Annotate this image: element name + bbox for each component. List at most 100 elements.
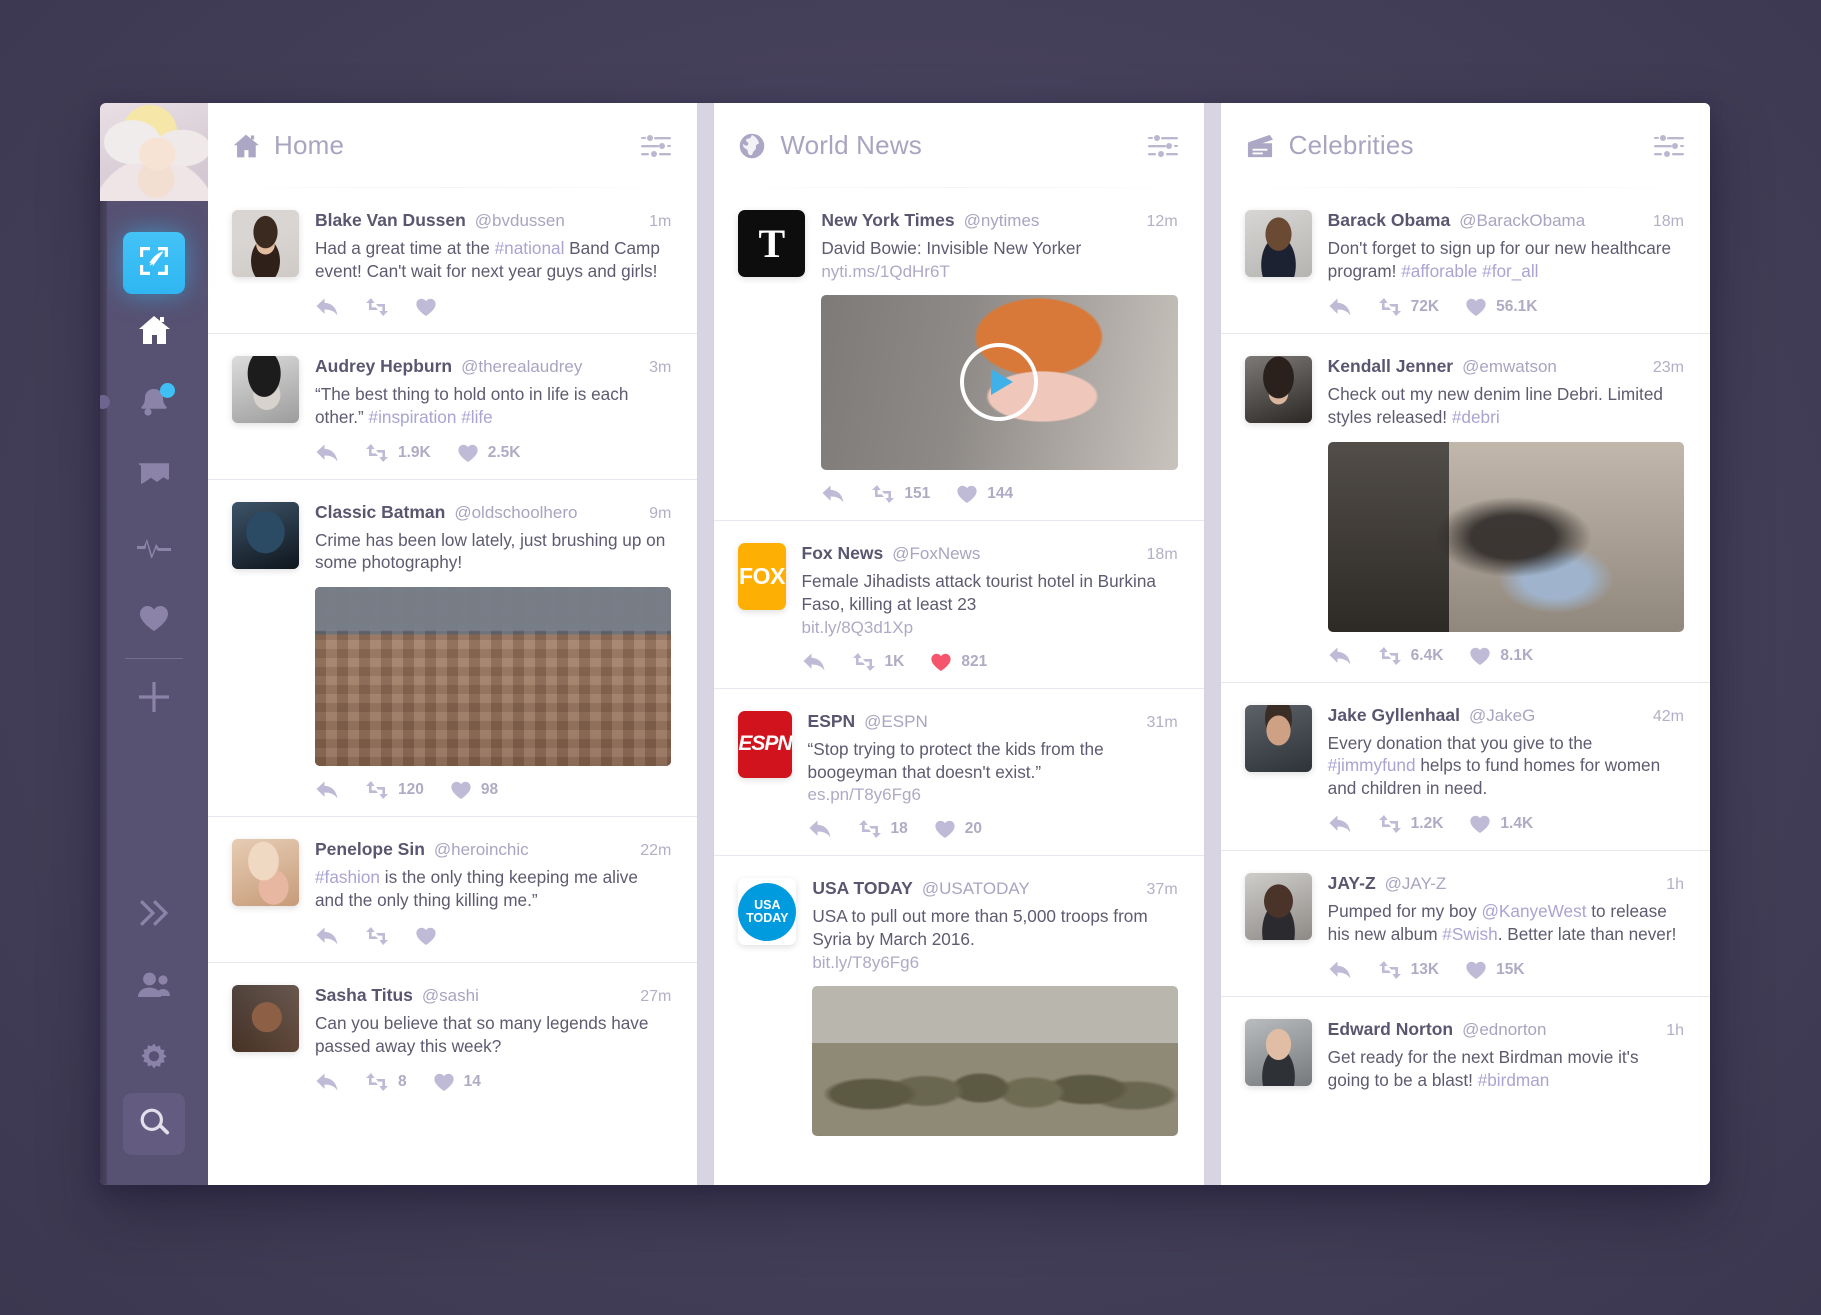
avatar[interactable]: ESPN xyxy=(738,710,793,778)
like-button[interactable]: 98 xyxy=(450,780,498,800)
hashtag[interactable]: #jimmyfund xyxy=(1328,755,1416,775)
tweet-media[interactable] xyxy=(315,587,672,767)
tweet-handle[interactable]: @therealaudrey xyxy=(461,357,582,377)
retweet-button[interactable]: 1.9K xyxy=(365,443,431,463)
tweet[interactable]: Sasha Titus @sashi 27m Can you believe t… xyxy=(208,963,697,1108)
retweet-button[interactable]: 151 xyxy=(871,484,930,504)
reply-button[interactable] xyxy=(1328,960,1352,980)
hashtag[interactable]: #national xyxy=(495,238,565,258)
tweet-author[interactable]: USA TODAY xyxy=(812,878,913,899)
avatar[interactable] xyxy=(232,985,299,1052)
retweet-button[interactable]: 8 xyxy=(365,1072,407,1092)
column-options-button[interactable] xyxy=(1653,134,1684,158)
tweet-media[interactable] xyxy=(1327,441,1684,632)
column-body-home[interactable]: Blake Van Dussen @bvdussen 1m Had a grea… xyxy=(208,188,698,1185)
avatar[interactable] xyxy=(232,839,299,907)
tweet[interactable]: T New York Times @nytimes 12m David Bowi… xyxy=(714,188,1204,521)
like-button[interactable]: 2.5K xyxy=(457,443,521,463)
like-button[interactable]: 14 xyxy=(433,1072,481,1092)
tweet-link[interactable]: bit.ly/T8y6Fg6 xyxy=(812,953,1177,973)
like-button[interactable]: 1.4K xyxy=(1469,814,1533,834)
retweet-button[interactable]: 18 xyxy=(858,819,908,839)
like-button[interactable]: 20 xyxy=(934,819,982,839)
column-body-world-news[interactable]: T New York Times @nytimes 12m David Bowi… xyxy=(714,188,1204,1185)
tweet-link[interactable]: bit.ly/8Q3d1Xp xyxy=(802,618,1178,638)
hashtag[interactable]: #afforable #for_all xyxy=(1401,261,1538,281)
tweet[interactable]: Barack Obama @BarackObama 18m Don't forg… xyxy=(1220,188,1710,334)
sidebar-item-home[interactable] xyxy=(100,294,208,366)
tweet-author[interactable]: Classic Batman xyxy=(315,502,445,523)
reply-button[interactable] xyxy=(821,484,845,504)
reply-button[interactable] xyxy=(315,297,339,317)
tweet-handle[interactable]: @USATODAY xyxy=(922,879,1030,899)
retweet-button[interactable] xyxy=(365,926,389,946)
tweet[interactable]: Penelope Sin @heroinchic 22m #fashion is… xyxy=(208,817,698,963)
hashtag[interactable]: #debri xyxy=(1452,407,1500,427)
avatar[interactable] xyxy=(1244,704,1312,772)
like-button[interactable]: 56.1K xyxy=(1465,297,1537,317)
search-button[interactable] xyxy=(123,1093,185,1155)
reply-button[interactable] xyxy=(1328,814,1352,834)
tweet-link[interactable]: es.pn/T8y6Fg6 xyxy=(808,785,1178,805)
tweet-handle[interactable]: @BarackObama xyxy=(1459,211,1585,231)
tweet-handle[interactable]: @sashi xyxy=(422,986,479,1006)
avatar[interactable]: T xyxy=(738,210,806,277)
tweet[interactable]: Jake Gyllenhaal @JakeG 42m Every donatio… xyxy=(1220,683,1710,852)
tweet-author[interactable]: Barack Obama xyxy=(1328,210,1451,231)
avatar[interactable] xyxy=(1244,355,1312,423)
column-options-button[interactable] xyxy=(641,134,672,158)
sidebar-item-likes[interactable] xyxy=(100,582,208,654)
sidebar-item-notifications[interactable] xyxy=(100,366,208,438)
reply-button[interactable] xyxy=(1328,646,1352,666)
tweet[interactable]: ESPN ESPN @ESPN 31m “Stop trying to prot… xyxy=(714,689,1204,857)
tweet-handle[interactable]: @FoxNews xyxy=(892,544,980,564)
tweet-author[interactable]: New York Times xyxy=(821,210,954,231)
tweet[interactable]: USA TODAY USA TODAY @USATODAY 37m USA to … xyxy=(714,856,1203,1152)
tweet-author[interactable]: Sasha Titus xyxy=(315,985,413,1006)
reply-button[interactable] xyxy=(315,1072,339,1092)
reply-button[interactable] xyxy=(315,443,339,463)
tweet-author[interactable]: Fox News xyxy=(802,543,884,564)
compose-button[interactable] xyxy=(123,232,185,294)
tweet-handle[interactable]: @nytimes xyxy=(964,211,1040,231)
hashtag[interactable]: #Swish xyxy=(1442,924,1497,944)
sidebar-item-messages[interactable] xyxy=(100,438,208,510)
retweet-button[interactable]: 1K xyxy=(852,652,904,672)
avatar[interactable] xyxy=(1244,1018,1312,1086)
avatar[interactable] xyxy=(232,210,299,277)
tweet-author[interactable]: JAY-Z xyxy=(1328,873,1376,894)
hashtag[interactable]: #inspiration #life xyxy=(369,407,493,427)
retweet-button[interactable]: 1.2K xyxy=(1378,814,1443,834)
sidebar-item-add-column[interactable] xyxy=(100,661,208,733)
sidebar-item-collapse[interactable] xyxy=(100,877,208,949)
tweet[interactable]: Audrey Hepburn @therealaudrey 3m “The be… xyxy=(208,334,698,480)
tweet-link[interactable]: nyti.ms/1QdHr6T xyxy=(821,262,1177,282)
like-button[interactable] xyxy=(415,297,437,317)
like-button[interactable]: 15K xyxy=(1465,960,1525,980)
tweet[interactable]: FOX Fox News @FoxNews 18m Female Jihadis… xyxy=(714,521,1204,689)
reply-button[interactable] xyxy=(1328,297,1352,317)
tweet-handle[interactable]: @ednorton xyxy=(1462,1020,1546,1040)
reply-button[interactable] xyxy=(315,926,339,946)
column-options-button[interactable] xyxy=(1147,134,1178,158)
avatar[interactable] xyxy=(232,355,299,423)
tweet-author[interactable]: Jake Gyllenhaal xyxy=(1328,705,1460,726)
avatar[interactable] xyxy=(232,501,299,569)
retweet-button[interactable] xyxy=(365,297,389,317)
column-body-celebrities[interactable]: Barack Obama @BarackObama 18m Don't forg… xyxy=(1220,188,1710,1185)
like-button[interactable]: 144 xyxy=(956,484,1013,504)
hashtag[interactable]: #birdman xyxy=(1478,1070,1550,1090)
tweet[interactable]: Kendall Jenner @emwatson 23m Check out m… xyxy=(1220,334,1710,683)
tweet-handle[interactable]: @heroinchic xyxy=(434,840,529,860)
tweet-handle[interactable]: @JAY-Z xyxy=(1385,874,1447,894)
tweet-media[interactable] xyxy=(812,986,1178,1137)
retweet-button[interactable]: 13K xyxy=(1378,960,1439,980)
avatar[interactable] xyxy=(1244,210,1312,277)
tweet[interactable]: JAY-Z @JAY-Z 1h Pumped for my boy @Kanye… xyxy=(1220,851,1710,997)
retweet-button[interactable]: 72K xyxy=(1378,297,1439,317)
tweet-author[interactable]: Blake Van Dussen xyxy=(315,210,466,231)
sidebar-item-settings[interactable] xyxy=(100,1021,208,1093)
tweet-handle[interactable]: @JakeG xyxy=(1469,706,1535,726)
tweet-author[interactable]: Kendall Jenner xyxy=(1328,356,1453,377)
avatar[interactable]: USA TODAY xyxy=(738,878,797,946)
